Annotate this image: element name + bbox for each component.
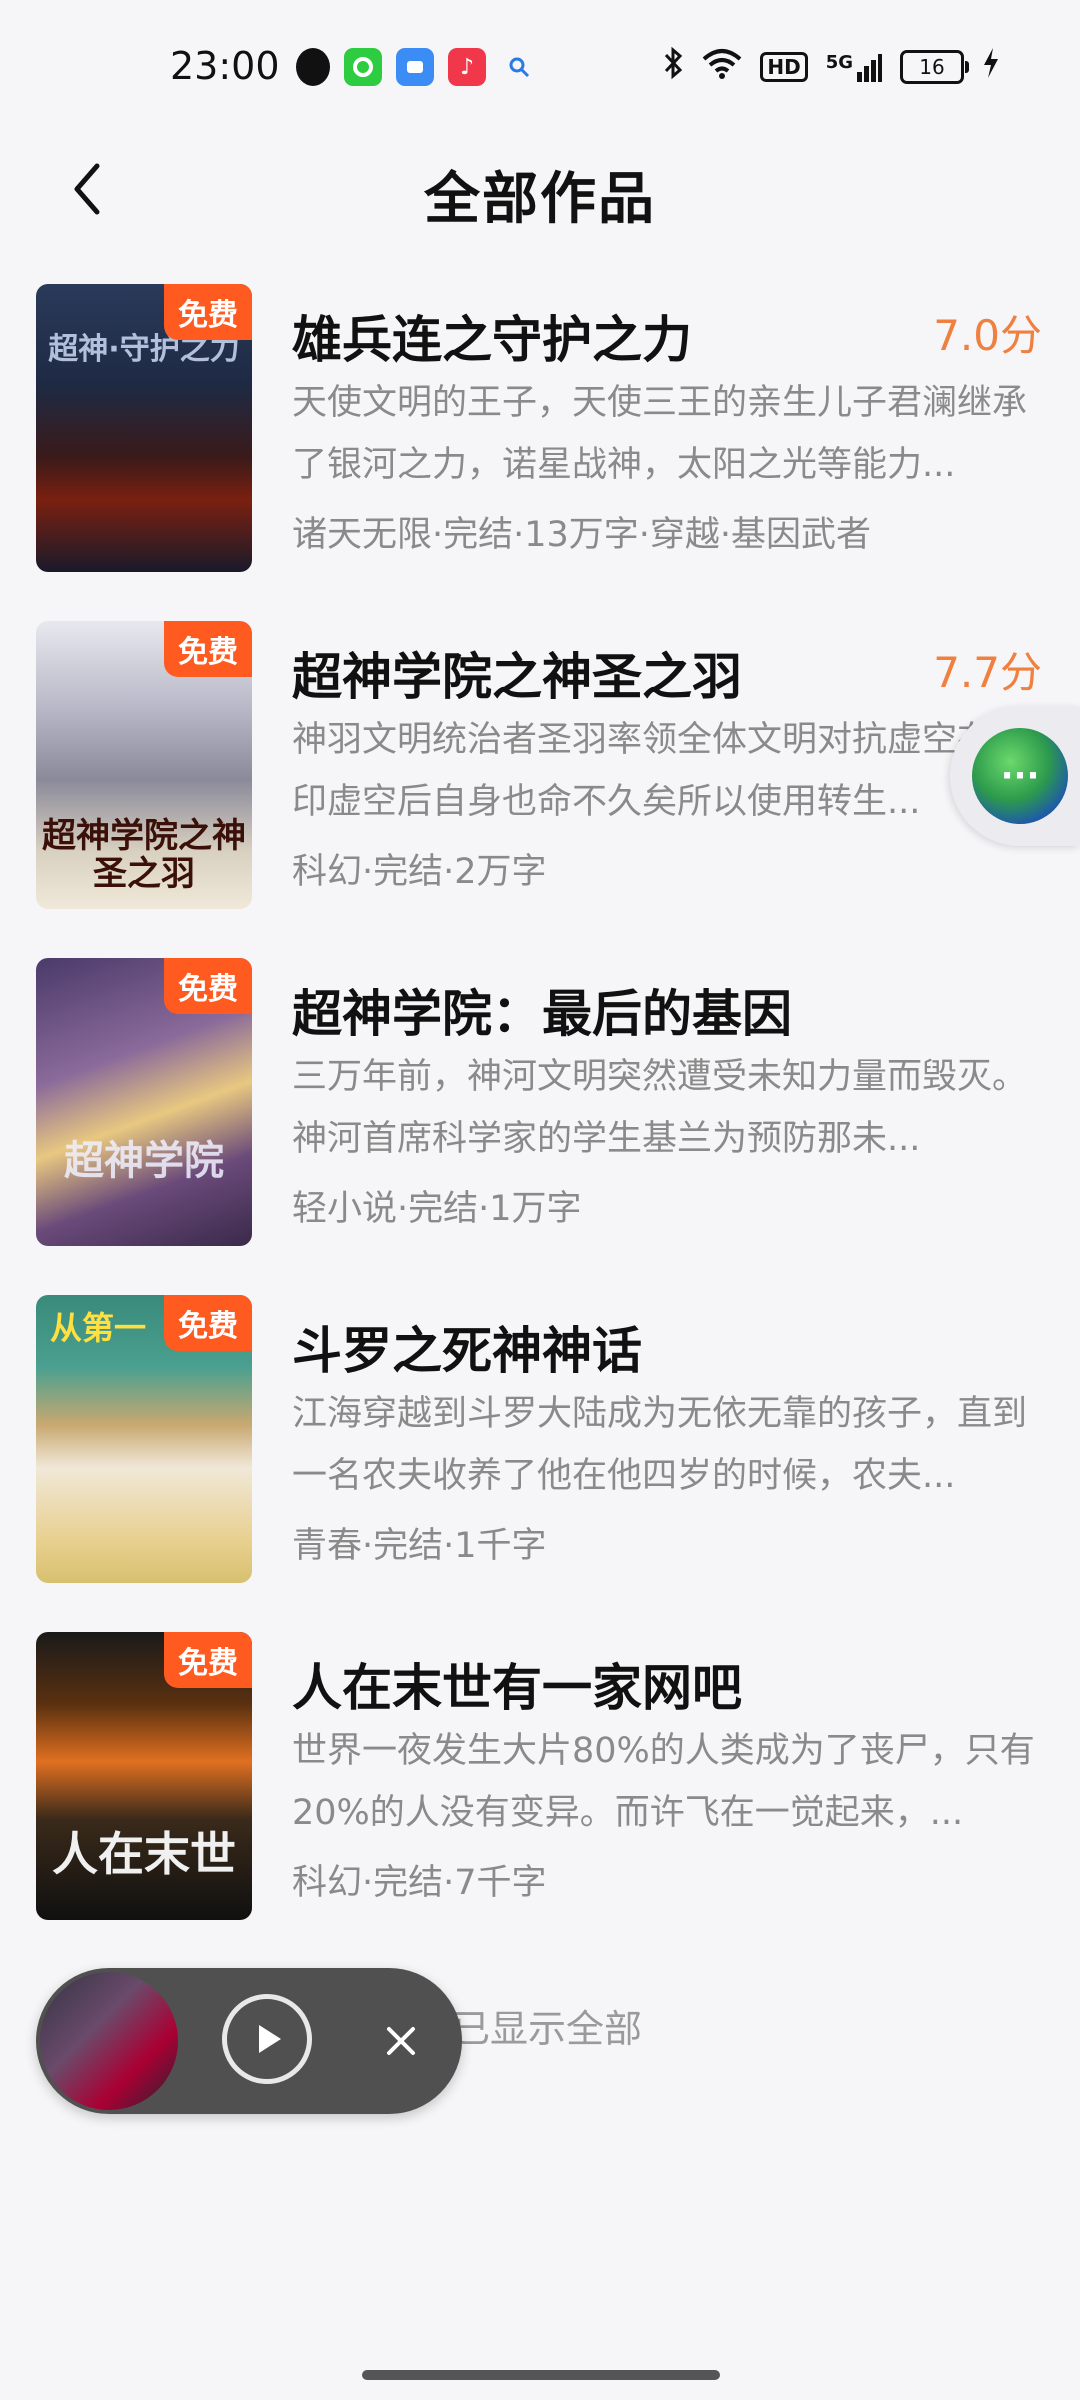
bluetooth-icon [662, 46, 684, 87]
top-header: 全部作品 [0, 130, 1080, 250]
book-description: 江海穿越到斗罗大陆成为无依无靠的孩子，直到一名农夫收养了他在他四岁的时候，农夫.… [292, 1394, 1028, 1496]
charging-icon [982, 46, 1000, 87]
wifi-icon [702, 47, 742, 86]
book-description: 天使文明的王子，天使三王的亲生儿子君澜继承了银河之力，诺星战神，太阳之光等能力.… [292, 383, 1028, 485]
book-cover: 从第一 免费 [36, 1295, 252, 1583]
book-item[interactable]: 人在末世 免费 人在末世有一家网吧 世界一夜发生大片80%的人类成为了丧尸，只有… [0, 1628, 1080, 1965]
free-badge: 免费 [164, 1295, 252, 1351]
player-cover-thumbnail[interactable] [40, 1972, 178, 2110]
book-meta: 科幻·完结·2万字 [292, 852, 547, 892]
close-player-button[interactable] [366, 2006, 436, 2076]
play-icon [259, 2025, 281, 2053]
cover-title: 人在末世 [52, 1827, 236, 1881]
status-bar: 23:00 ♪ HD 5G 16 [0, 0, 1080, 130]
book-title: 人在末世有一家网吧 [292, 1659, 742, 1717]
book-item[interactable]: 超神·守护之力 免费 雄兵连之守护之力 7.0分 天使文明的王子，天使三王的亲生… [0, 280, 1080, 617]
book-item[interactable]: 从第一 免费 斗罗之死神神话 江海穿越到斗罗大陆成为无依无靠的孩子，直到一名农夫… [0, 1291, 1080, 1628]
book-meta: 诸天无限·完结·13万字·穿越·基因武者 [292, 515, 872, 555]
book-item[interactable]: 超神学院 免费 超神学院：最后的基因 三万年前，神河文明突然遭受未知力量而毁灭。… [0, 954, 1080, 1291]
qq-icon [296, 48, 330, 86]
network-type: 5G [825, 51, 853, 73]
book-cover: 超神·守护之力 免费 [36, 284, 252, 572]
book-title: 超神学院之神圣之羽 [292, 648, 742, 706]
book-item[interactable]: 超神学院之神圣之羽 免费 超神学院之神圣之羽 7.7分 神羽文明统治者圣羽率领全… [0, 617, 1080, 954]
book-description: 神羽文明统治者圣羽率领全体文明对抗虚空在封印虚空后自身也命不久矣所以使用转生..… [292, 720, 1028, 822]
book-cover: 人在末世 免费 [36, 1632, 252, 1920]
search-app-icon [500, 48, 538, 86]
free-badge: 免费 [164, 621, 252, 677]
end-of-list-text: 已显示全部 [452, 2007, 643, 2051]
more-dots-icon: ··· [972, 728, 1068, 824]
free-badge: 免费 [164, 1632, 252, 1688]
free-badge: 免费 [164, 284, 252, 340]
floating-assist-bubble[interactable]: ··· [950, 706, 1080, 846]
book-title: 雄兵连之守护之力 [292, 311, 692, 369]
system-icons: HD 5G 16 [662, 46, 1000, 87]
book-list: 超神·守护之力 免费 雄兵连之守护之力 7.0分 天使文明的王子，天使三王的亲生… [0, 280, 1080, 1965]
book-description: 世界一夜发生大片80%的人类成为了丧尸，只有20%的人没有变异。而许飞在一觉起来… [292, 1731, 1035, 1833]
floating-audio-player[interactable] [36, 1968, 462, 2114]
battery-icon: 16 [900, 49, 969, 84]
book-meta: 青春·完结·1千字 [292, 1526, 547, 1566]
book-cover: 超神学院之神圣之羽 免费 [36, 621, 252, 909]
book-title: 斗罗之死神神话 [292, 1322, 642, 1380]
free-badge: 免费 [164, 958, 252, 1014]
home-indicator[interactable] [362, 2370, 720, 2380]
cover-title: 超神学院 [64, 1138, 224, 1184]
book-description: 三万年前，神河文明突然遭受未知力量而毁灭。神河首席科学家的学生基兰为预防那未..… [292, 1057, 1028, 1159]
book-cover: 超神学院 免费 [36, 958, 252, 1246]
music-icon: ♪ [448, 48, 486, 86]
battery-level: 16 [919, 54, 945, 79]
book-meta: 科幻·完结·7千字 [292, 1863, 547, 1903]
cover-title: 超神学院之神圣之羽 [42, 816, 246, 894]
status-time: 23:00 [170, 44, 280, 88]
book-meta: 轻小说·完结·1万字 [292, 1189, 582, 1229]
book-score: 7.0分 [933, 311, 1042, 360]
book-score: 7.7分 [933, 648, 1042, 697]
green-app-icon [344, 48, 382, 86]
book-title: 超神学院：最后的基因 [292, 985, 792, 1043]
blue-app-icon [396, 48, 434, 86]
signal-icon: 5G [826, 52, 882, 82]
notification-icons: ♪ [296, 48, 538, 86]
close-icon [387, 2027, 415, 2055]
page-title: 全部作品 [424, 167, 656, 232]
play-button[interactable] [222, 1994, 312, 2084]
hd-indicator: HD [760, 51, 808, 82]
